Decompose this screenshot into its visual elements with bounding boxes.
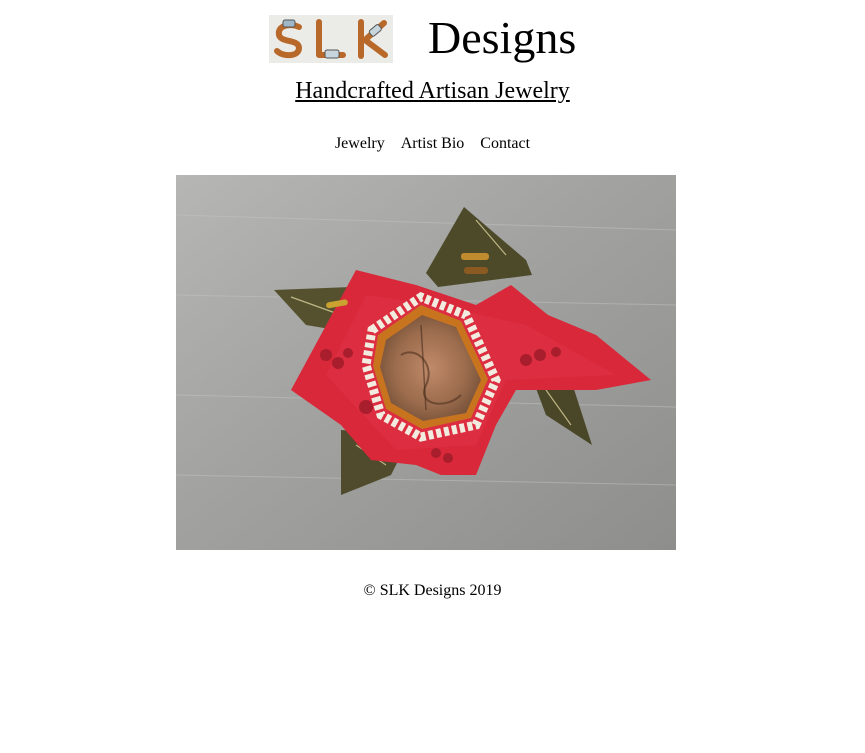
page: Designs Handcrafted Artisan Jewelry Jewe… [0, 0, 865, 753]
logo-image [269, 15, 393, 63]
main-nav: Jewelry Artist Bio Contact [0, 134, 865, 154]
tagline: Handcrafted Artisan Jewelry [0, 77, 865, 105]
tagline-link[interactable]: Handcrafted Artisan Jewelry [295, 78, 570, 104]
nav-item-artist-bio[interactable]: Artist Bio [401, 135, 465, 152]
site-name: Designs [428, 12, 577, 63]
nav-item-contact[interactable]: Contact [480, 135, 530, 152]
hero-image [176, 175, 676, 550]
footer-copyright: © SLK Designs 2019 [363, 582, 502, 599]
site-logo[interactable] [269, 15, 393, 63]
nav-item-jewelry[interactable]: Jewelry [335, 135, 385, 152]
brooch-photo [176, 175, 676, 550]
site-header: Designs [0, 12, 865, 66]
